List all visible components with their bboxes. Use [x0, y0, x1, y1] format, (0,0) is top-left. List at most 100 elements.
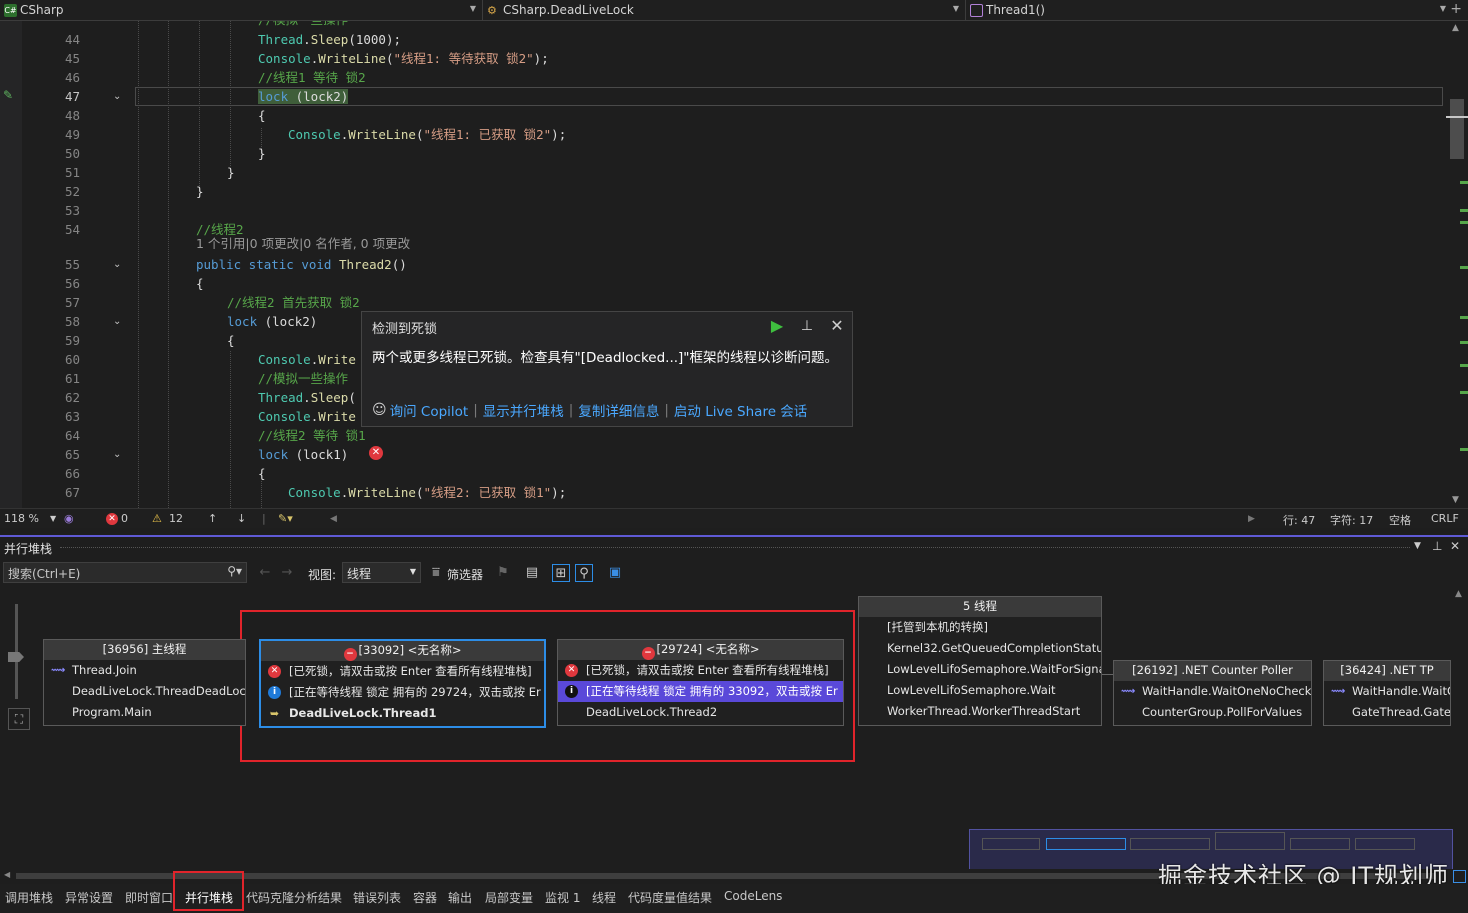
stack-frame[interactable]: ✕ [已死锁，请双击或按 Enter 查看所有线程堆栈] [558, 660, 843, 681]
scroll-down-icon[interactable]: ▼ [1452, 495, 1459, 505]
bottom-tab[interactable]: 异常设置 [65, 889, 113, 906]
bottom-tab[interactable]: 容器 [413, 889, 437, 906]
char-indicator[interactable]: 字符: 17 [1330, 512, 1373, 528]
scroll-left-icon[interactable]: ◀ [4, 870, 10, 879]
stack-node-thread-29724[interactable]: − [29724] <无名称> ✕ [已死锁，请双击或按 Enter 查看所有线程堆… [557, 639, 844, 726]
filter-label[interactable]: 筛选器 [447, 566, 483, 583]
stack-frame[interactable]: i [正在等待线程 锁定 拥有的 29724，双击或按 Er [261, 682, 544, 703]
ask-copilot-link[interactable]: 询问 Copilot [390, 400, 469, 420]
code-line[interactable]: 67 Console.WriteLine("线程2: 已获取 锁1"); [0, 483, 1440, 502]
stack-node-thread-33092[interactable]: − [33092] <无名称> ✕ [已死锁，请双击或按 Enter 查看所有线程堆… [259, 639, 546, 728]
stack-node-5-threads[interactable]: 5 线程 [托管到本机的转换] Kernel32.GetQueuedComple… [858, 596, 1102, 726]
search-icon[interactable]: ⚲▾ [227, 564, 242, 578]
code-line[interactable]: 56 { [0, 274, 1440, 293]
stack-node-thread-26192[interactable]: [26192] .NET Counter Poller ⟿ WaitHandle.… [1113, 660, 1312, 726]
class-dropdown[interactable]: ⚙ CSharp.DeadLiveLock ▼ [483, 0, 966, 20]
pin-icon[interactable]: ⊥ [1432, 539, 1442, 553]
zoom-level[interactable]: 118 % [4, 512, 39, 525]
code-editor[interactable]: ✎ //模拟一些操作 44Thread.Sleep(1000);45Consol… [0, 21, 1468, 508]
arrow-down-icon[interactable]: ↓ [237, 512, 246, 525]
eol-indicator[interactable]: CRLF [1431, 512, 1459, 525]
code-line[interactable]: 47 ⌄ lock (lock2) [0, 87, 1443, 106]
parallel-stacks-canvas[interactable]: ⛶ [36956] 主线程 ⟿ Thread.Join DeadLiveLock.… [0, 589, 1468, 869]
view-select[interactable]: 线程 ▼ [342, 562, 421, 583]
bottom-tab[interactable]: CodeLens [724, 889, 782, 903]
code-line[interactable]: 48 { [0, 106, 1440, 125]
warning-count[interactable]: 12 [169, 512, 183, 525]
flag-icon[interactable]: ⚑ [494, 564, 512, 582]
stack-frame[interactable]: ⟿ Thread.Join [44, 660, 245, 681]
show-parallel-stacks-link[interactable]: 显示并行堆栈 [483, 400, 564, 420]
search-input[interactable]: 搜索(Ctrl+E) ⚲▾ [3, 562, 247, 583]
whitespace-indicator[interactable]: 空格 [1389, 512, 1411, 528]
fold-toggle-icon[interactable]: ⌄ [113, 87, 121, 106]
stack-frame[interactable]: DeadLiveLock.Thread2 [558, 702, 843, 723]
scrollbar-thumb[interactable] [1450, 99, 1464, 159]
project-dropdown[interactable]: C# CSharp ▼ [0, 0, 483, 20]
fold-toggle-icon[interactable]: ⌄ [113, 255, 121, 274]
stack-node-thread-36424[interactable]: [36424] .NET TP ⟿ WaitHandle.WaitOr GateT… [1323, 660, 1451, 726]
vertical-scrollbar[interactable]: ▲ ▼ [1448, 21, 1468, 508]
stack-frame[interactable]: LowLevelLifoSemaphore.Wait [859, 680, 1101, 701]
close-icon[interactable]: ✕ [1450, 539, 1460, 553]
bottom-tab[interactable]: 输出 [448, 889, 472, 906]
deadlock-error-icon[interactable]: ✕ [369, 446, 383, 460]
stack-frame[interactable]: ✕ [已死锁，请双击或按 Enter 查看所有线程堆栈] [261, 661, 544, 682]
chevron-down-icon[interactable]: ▼ [1414, 541, 1421, 551]
code-line[interactable]: 51} [0, 163, 1440, 182]
pin-icon[interactable]: ⊥ [798, 317, 816, 335]
line-indicator[interactable]: 行: 47 [1283, 512, 1315, 528]
save-icon[interactable]: ▣ [606, 564, 624, 582]
stack-frame[interactable]: [托管到本机的转换] [859, 617, 1101, 638]
stack-frame[interactable]: ➥ DeadLiveLock.Thread1 [261, 703, 544, 724]
stack-node-main-thread[interactable]: [36956] 主线程 ⟿ Thread.Join DeadLiveLock.Th… [43, 639, 246, 726]
code-line[interactable]: 66 { [0, 464, 1440, 483]
health-icon[interactable]: ◉ [64, 512, 74, 525]
bottom-tab[interactable]: 即时窗口 [125, 889, 173, 906]
filter-icon[interactable]: ⩸ [427, 564, 445, 582]
stack-frame[interactable]: LowLevelLifoSemaphore.WaitForSignal [859, 659, 1101, 680]
arrow-up-icon[interactable]: ↑ [208, 512, 217, 525]
scroll-left-icon[interactable]: ◀ [330, 514, 337, 524]
zoom-slider[interactable]: ⛶ [8, 604, 30, 734]
bottom-tab[interactable]: 监视 1 [545, 889, 580, 906]
brush-icon[interactable]: ✎▾ [278, 512, 293, 525]
continue-play-icon[interactable]: ▶ [768, 317, 786, 335]
code-line[interactable]: 65 ⌄ lock (lock1) [0, 445, 1440, 464]
code-line[interactable]: 49 Console.WriteLine("线程1: 已获取 锁2"); [0, 125, 1440, 144]
zoom-fit-icon[interactable]: ⚲ [575, 564, 593, 582]
code-line[interactable]: 52} [0, 182, 1440, 201]
code-line[interactable]: 64 //线程2 等待 锁1 [0, 426, 1440, 445]
fit-to-screen-icon[interactable]: ⛶ [8, 708, 30, 730]
member-dropdown[interactable]: Thread1() ▼ + [966, 0, 1468, 20]
layout-icon[interactable]: ▤ [523, 564, 541, 582]
fold-toggle-icon[interactable]: ⌄ [113, 445, 121, 464]
stack-frame[interactable]: DeadLiveLock.ThreadDeadLock [44, 681, 245, 702]
method-view-icon[interactable]: ⊞ [552, 564, 570, 582]
forward-arrow-icon[interactable]: → [278, 564, 296, 582]
stack-frame[interactable]: GateThread.GateTh [1324, 702, 1450, 723]
chevron-down-icon[interactable]: ▼ [50, 514, 56, 523]
stack-frame[interactable]: ⟿ WaitHandle.WaitOr [1324, 681, 1450, 702]
error-count[interactable]: 0 [121, 512, 128, 525]
fold-toggle-icon[interactable]: ⌄ [113, 312, 121, 331]
start-live-share-link[interactable]: 启动 Live Share 会话 [674, 400, 807, 420]
close-icon[interactable]: ✕ [828, 317, 846, 335]
code-line[interactable]: 53 [0, 201, 1440, 220]
bottom-tab[interactable]: 调用堆栈 [5, 889, 53, 906]
stack-frame[interactable]: CounterGroup.PollForValues [1114, 702, 1311, 723]
stack-frame[interactable]: ⟿ WaitHandle.WaitOneNoCheck [1114, 681, 1311, 702]
bottom-tab[interactable]: 局部变量 [485, 889, 533, 906]
codelens-info[interactable]: 1 个引用|0 项更改|0 名作者, 0 项更改 [196, 234, 410, 253]
scroll-right-icon[interactable]: ▶ [1248, 514, 1255, 524]
bottom-tab[interactable]: 代码克隆分析结果 [246, 889, 342, 906]
stack-frame[interactable]: Program.Main [44, 702, 245, 723]
bottom-tab[interactable]: 错误列表 [353, 889, 401, 906]
stack-frame[interactable]: WorkerThread.WorkerThreadStart [859, 701, 1101, 722]
bottom-tab[interactable]: 线程 [592, 889, 616, 906]
code-line[interactable]: 45 Console.WriteLine("线程1: 等待获取 锁2"); [0, 49, 1440, 68]
code-line[interactable]: 46 //线程1 等待 锁2 [0, 68, 1440, 87]
copy-details-link[interactable]: 复制详细信息 [578, 400, 659, 420]
bottom-tab[interactable]: 代码度量值结果 [628, 889, 712, 906]
code-line[interactable]: 50} [0, 144, 1440, 163]
